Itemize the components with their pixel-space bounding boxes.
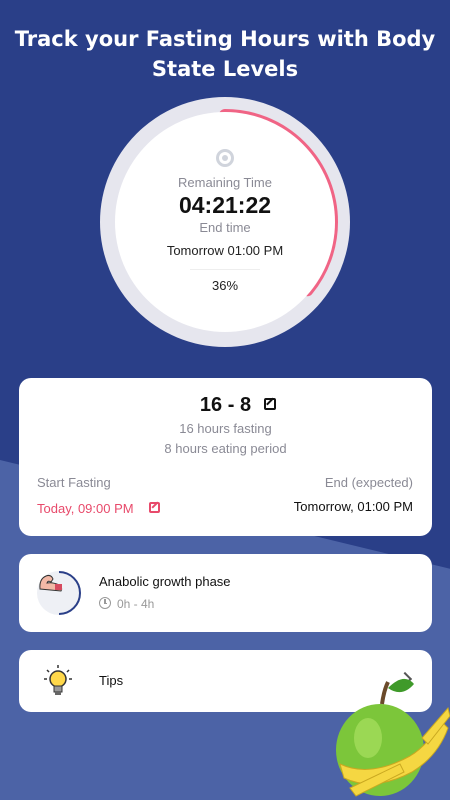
plan-eating-period: 8 hours eating period (164, 441, 287, 456)
fasting-timer-ring: Remaining Time 04:21:22 End time Tomorro… (100, 97, 350, 347)
plan-title: 16 - 8 (199, 394, 252, 416)
end-expected-value: Tomorrow, 01:00 PM (293, 499, 413, 514)
lightbulb-icon (44, 665, 72, 695)
clock-icon (99, 597, 111, 609)
end-time-label: End time (199, 220, 251, 235)
timer-divider (190, 269, 260, 270)
phase-time-range: 0h - 4h (117, 597, 155, 611)
edit-start-time-icon[interactable] (149, 502, 160, 513)
start-fasting-value[interactable]: Today, 09:00 PM (37, 501, 134, 516)
header-line-2: State Levels (151, 57, 299, 81)
remaining-time-value: 04:21:22 (178, 192, 272, 218)
body-state-icon (216, 149, 234, 167)
flexed-arm-icon (39, 574, 63, 592)
phase-title: Anabolic growth phase (99, 574, 231, 589)
page-header: Track your Fasting Hours with Body State… (0, 24, 450, 84)
fasting-plan-card[interactable]: 16 - 8 16 hours fasting 8 hours eating p… (19, 378, 432, 536)
progress-percent: 36% (211, 278, 239, 293)
timer-center: Remaining Time 04:21:22 End time Tomorro… (115, 112, 335, 332)
start-fasting-label: Start Fasting (37, 475, 111, 490)
phase-icon-badge (37, 571, 81, 615)
remaining-time-label: Remaining Time (178, 175, 272, 190)
end-time-value: Tomorrow 01:00 PM (166, 243, 284, 258)
plan-fasting-hours: 16 hours fasting (179, 421, 272, 436)
tips-label: Tips (99, 673, 124, 688)
edit-plan-icon[interactable] (264, 398, 276, 410)
body-phase-card[interactable]: Anabolic growth phase 0h - 4h (19, 554, 432, 632)
end-expected-label: End (expected) (324, 475, 413, 490)
apple-tape-measure-illustration (336, 678, 450, 797)
header-line-1: Track your Fasting Hours with Body (14, 27, 436, 51)
